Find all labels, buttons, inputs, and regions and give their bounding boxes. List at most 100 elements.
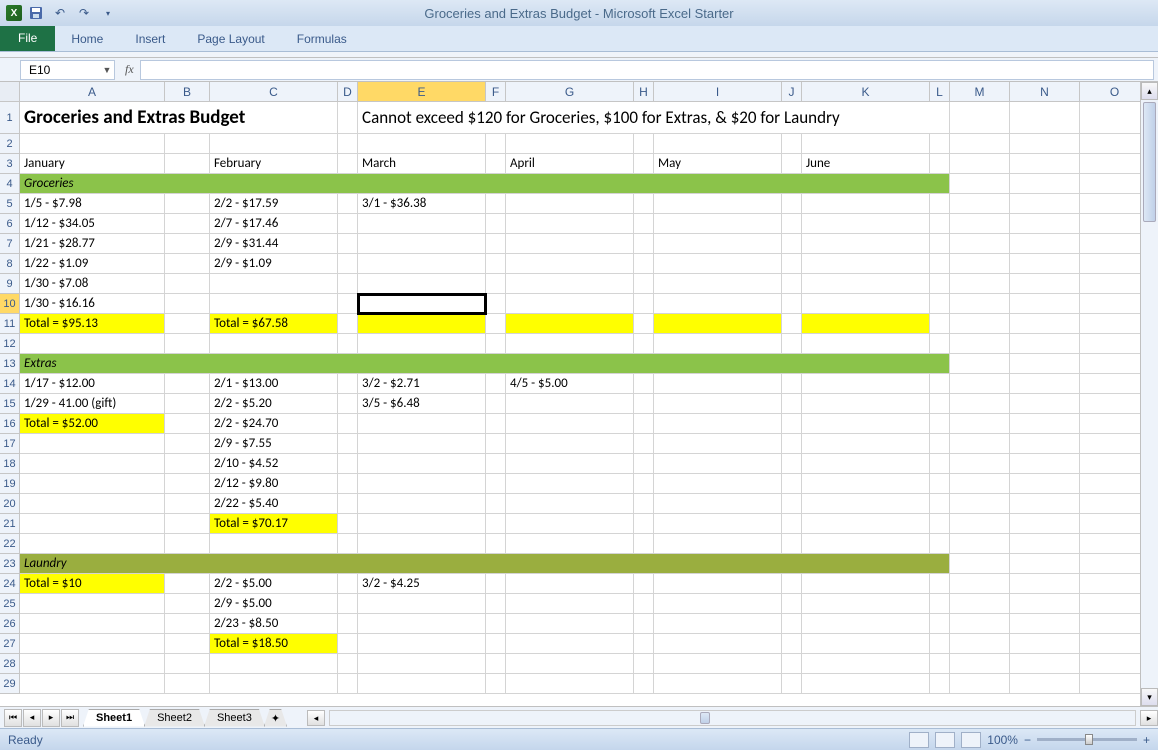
cell-D29[interactable] — [338, 674, 358, 694]
cell-G21[interactable] — [506, 514, 634, 534]
cell-F20[interactable] — [486, 494, 506, 514]
cell-K14[interactable] — [802, 374, 930, 394]
cell-M23[interactable] — [950, 554, 1010, 574]
cell-N6[interactable] — [1010, 214, 1080, 234]
cell-H2[interactable] — [634, 134, 654, 154]
tab-insert[interactable]: Insert — [119, 27, 181, 51]
cell-A21[interactable] — [20, 514, 165, 534]
cell-J27[interactable] — [782, 634, 802, 654]
cell-J17[interactable] — [782, 434, 802, 454]
cells-area[interactable]: Groceries and Extras BudgetCannot exceed… — [20, 102, 1140, 694]
col-header-N[interactable]: N — [1010, 82, 1080, 102]
cell-E5[interactable]: 3/1 - $36.38 — [358, 194, 486, 214]
cell-L27[interactable] — [930, 634, 950, 654]
cell-C2[interactable] — [210, 134, 338, 154]
cell-D7[interactable] — [338, 234, 358, 254]
cell-N14[interactable] — [1010, 374, 1080, 394]
cell-E16[interactable] — [358, 414, 486, 434]
cell-G27[interactable] — [506, 634, 634, 654]
cell-K2[interactable] — [802, 134, 930, 154]
cell-E2[interactable] — [358, 134, 486, 154]
row-header-7[interactable]: 7 — [0, 234, 20, 254]
cell-K21[interactable] — [802, 514, 930, 534]
cell-A24[interactable]: Total = $10 — [20, 574, 165, 594]
row-header-19[interactable]: 19 — [0, 474, 20, 494]
cell-L24[interactable] — [930, 574, 950, 594]
cell-K29[interactable] — [802, 674, 930, 694]
row-header-15[interactable]: 15 — [0, 394, 20, 414]
cell-G12[interactable] — [506, 334, 634, 354]
cell-K19[interactable] — [802, 474, 930, 494]
cell-L11[interactable] — [930, 314, 950, 334]
cell-L22[interactable] — [930, 534, 950, 554]
cell-C29[interactable] — [210, 674, 338, 694]
cell-J5[interactable] — [782, 194, 802, 214]
cell-M6[interactable] — [950, 214, 1010, 234]
cell-O14[interactable] — [1080, 374, 1140, 394]
cell-G20[interactable] — [506, 494, 634, 514]
cell-E27[interactable] — [358, 634, 486, 654]
cell-I29[interactable] — [654, 674, 782, 694]
cell-M21[interactable] — [950, 514, 1010, 534]
cell-M18[interactable] — [950, 454, 1010, 474]
col-header-C[interactable]: C — [210, 82, 338, 102]
cell-A2[interactable] — [20, 134, 165, 154]
cell-F14[interactable] — [486, 374, 506, 394]
cell-C3[interactable]: February — [210, 154, 338, 174]
cell-M29[interactable] — [950, 674, 1010, 694]
cell-A29[interactable] — [20, 674, 165, 694]
undo-icon[interactable]: ↶ — [50, 3, 70, 23]
cell-F2[interactable] — [486, 134, 506, 154]
cell-F8[interactable] — [486, 254, 506, 274]
cell-E11[interactable] — [358, 314, 486, 334]
cell-H9[interactable] — [634, 274, 654, 294]
cell-N20[interactable] — [1010, 494, 1080, 514]
col-header-G[interactable]: G — [506, 82, 634, 102]
cell-I28[interactable] — [654, 654, 782, 674]
cell-H29[interactable] — [634, 674, 654, 694]
cell-H7[interactable] — [634, 234, 654, 254]
cell-J15[interactable] — [782, 394, 802, 414]
cell-M19[interactable] — [950, 474, 1010, 494]
cell-M16[interactable] — [950, 414, 1010, 434]
cell-C25[interactable]: 2/9 - $5.00 — [210, 594, 338, 614]
row-headers[interactable]: 1234567891011121314151617181920212223242… — [0, 102, 20, 694]
cell-D15[interactable] — [338, 394, 358, 414]
sheet-tab-sheet3[interactable]: Sheet3 — [204, 709, 265, 727]
cell-O10[interactable] — [1080, 294, 1140, 314]
cell-F9[interactable] — [486, 274, 506, 294]
cell-A20[interactable] — [20, 494, 165, 514]
cell-G28[interactable] — [506, 654, 634, 674]
cell-L18[interactable] — [930, 454, 950, 474]
cell-I6[interactable] — [654, 214, 782, 234]
cell-O12[interactable] — [1080, 334, 1140, 354]
cell-O28[interactable] — [1080, 654, 1140, 674]
cell-J11[interactable] — [782, 314, 802, 334]
cell-O19[interactable] — [1080, 474, 1140, 494]
cell-F10[interactable] — [486, 294, 506, 314]
cell-F26[interactable] — [486, 614, 506, 634]
cell-B11[interactable] — [165, 314, 210, 334]
cell-L26[interactable] — [930, 614, 950, 634]
cell-B7[interactable] — [165, 234, 210, 254]
cell-I5[interactable] — [654, 194, 782, 214]
cell-A13[interactable]: Extras — [20, 354, 950, 374]
cell-C15[interactable]: 2/2 - $5.20 — [210, 394, 338, 414]
col-header-D[interactable]: D — [338, 82, 358, 102]
cell-F6[interactable] — [486, 214, 506, 234]
cell-N25[interactable] — [1010, 594, 1080, 614]
cell-F27[interactable] — [486, 634, 506, 654]
row-header-28[interactable]: 28 — [0, 654, 20, 674]
row-header-6[interactable]: 6 — [0, 214, 20, 234]
cell-B14[interactable] — [165, 374, 210, 394]
cell-O16[interactable] — [1080, 414, 1140, 434]
spreadsheet-grid[interactable]: ABCDEFGHIJKLMNOP 12345678910111213141516… — [0, 82, 1140, 706]
cell-D9[interactable] — [338, 274, 358, 294]
cell-B6[interactable] — [165, 214, 210, 234]
cell-L15[interactable] — [930, 394, 950, 414]
cell-K18[interactable] — [802, 454, 930, 474]
cell-N1[interactable] — [1010, 102, 1080, 134]
cell-I9[interactable] — [654, 274, 782, 294]
cell-M9[interactable] — [950, 274, 1010, 294]
cell-M8[interactable] — [950, 254, 1010, 274]
